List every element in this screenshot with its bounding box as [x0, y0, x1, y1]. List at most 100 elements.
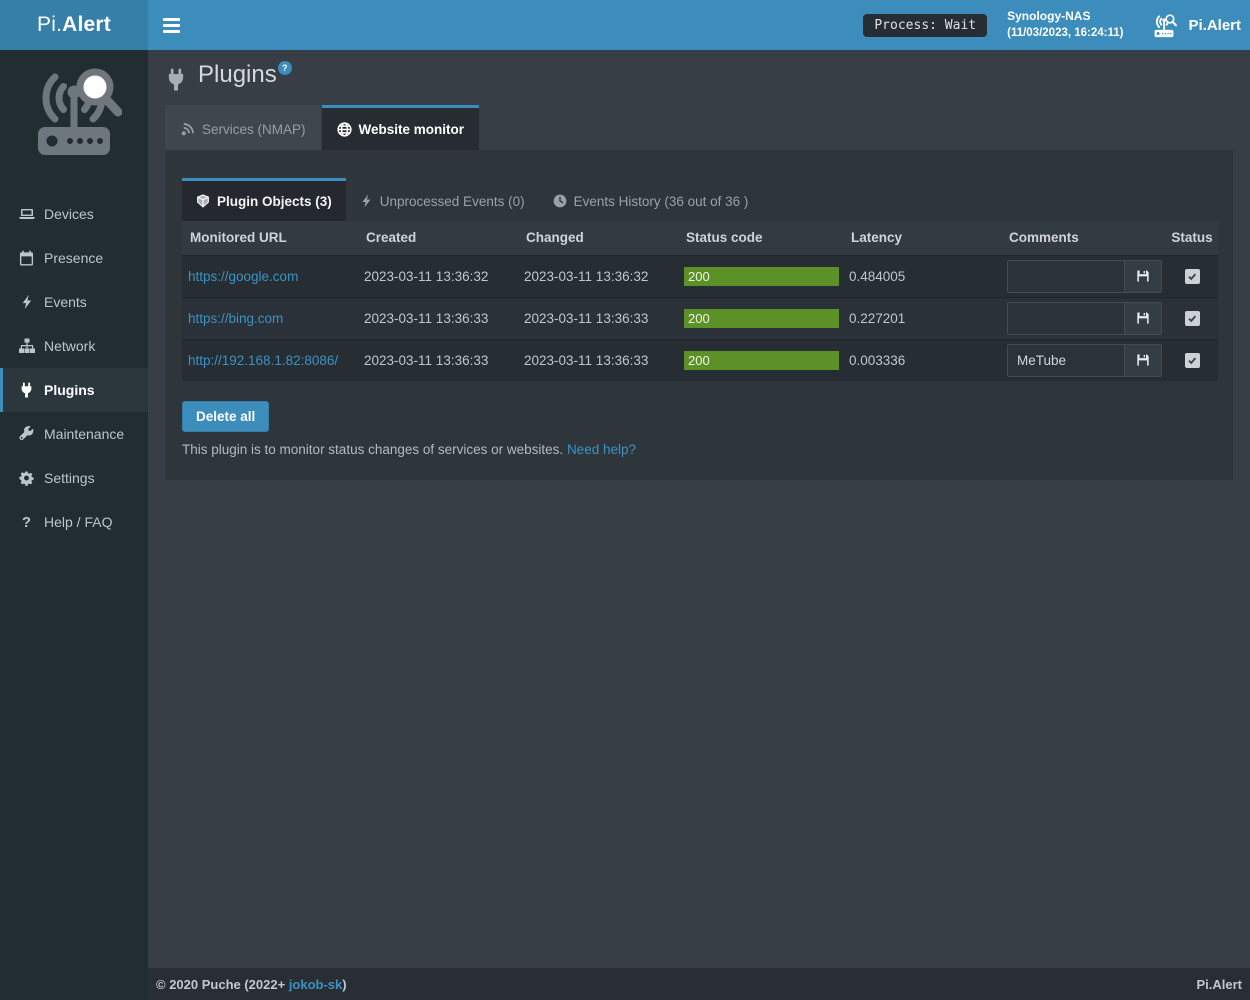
- plugin-tabs: Services (NMAP) Website monitor: [165, 105, 1233, 150]
- status-code-bar: 200: [684, 267, 839, 286]
- table-row: https://bing.com 2023-03-11 13:36:33 202…: [182, 297, 1218, 339]
- top-header: Pi.Alert Process: Wait Synology-NAS (11/…: [0, 0, 1250, 50]
- need-help-link[interactable]: Need help?: [567, 442, 636, 457]
- wrench-icon: [18, 426, 35, 443]
- footer-copyright: © 2020 Puche (2022+ jokob-sk): [156, 977, 347, 992]
- created-cell: 2023-03-11 13:36:32: [358, 255, 518, 297]
- monitored-url-link[interactable]: https://google.com: [188, 269, 298, 284]
- host-timestamp: (11/03/2023, 16:24:11): [1007, 25, 1123, 42]
- tab-services-nmap[interactable]: Services (NMAP): [165, 105, 322, 150]
- sidebar: Devices Presence Events Network Plugins …: [0, 50, 148, 1000]
- sidebar-item-label: Network: [44, 338, 95, 354]
- save-comment-button[interactable]: [1124, 345, 1161, 376]
- router-scan-icon: [1149, 12, 1179, 39]
- save-comment-button[interactable]: [1124, 261, 1161, 292]
- router-scan-logo-icon: [26, 62, 122, 162]
- sidebar-item-help[interactable]: ? Help / FAQ: [0, 500, 148, 544]
- page-header: Plugins?: [148, 50, 1250, 95]
- page-title: Plugins?: [198, 61, 292, 89]
- sidebar-item-label: Settings: [44, 470, 95, 486]
- calendar-icon: [18, 250, 35, 267]
- sidebar-item-events[interactable]: Events: [0, 280, 148, 324]
- plug-icon: [165, 68, 187, 91]
- tab-website-monitor[interactable]: Website monitor: [322, 105, 480, 150]
- sidebar-item-label: Plugins: [44, 382, 95, 398]
- navbar-right: Process: Wait Synology-NAS (11/03/2023, …: [863, 8, 1250, 42]
- jokob-sk-link[interactable]: jokob-sk: [289, 977, 342, 992]
- question-icon: ?: [18, 514, 35, 531]
- sidebar-item-settings[interactable]: Settings: [0, 456, 148, 500]
- status-checkbox[interactable]: [1185, 353, 1200, 368]
- sidebar-logo: [0, 50, 148, 170]
- status-checkbox[interactable]: [1185, 311, 1200, 326]
- delete-all-button[interactable]: Delete all: [182, 401, 269, 432]
- sidebar-item-label: Maintenance: [44, 426, 124, 442]
- comment-input[interactable]: [1008, 303, 1124, 334]
- col-monitored-url: Monitored URL: [182, 221, 358, 255]
- table-header-row: Monitored URL Created Changed Status cod…: [182, 221, 1218, 255]
- tab-plugin-objects[interactable]: Plugin Objects (3): [182, 178, 346, 221]
- comment-input-group: [1007, 260, 1162, 293]
- latency-cell: 0.227201: [843, 297, 1001, 339]
- col-latency: Latency: [843, 221, 1001, 255]
- sidebar-item-network[interactable]: Network: [0, 324, 148, 368]
- app-name: Pi.Alert: [1188, 17, 1241, 34]
- panel-tabs: Plugin Objects (3) Unprocessed Events (0…: [182, 178, 1216, 221]
- status-code-bar: 200: [684, 351, 839, 370]
- changed-cell: 2023-03-11 13:36:32: [518, 255, 678, 297]
- status-code-bar: 200: [684, 309, 839, 328]
- comment-input[interactable]: [1008, 345, 1124, 376]
- tab-unprocessed-events[interactable]: Unprocessed Events (0): [346, 178, 539, 221]
- col-status-code: Status code: [678, 221, 843, 255]
- tab-label: Unprocessed Events (0): [380, 194, 525, 209]
- status-checkbox[interactable]: [1185, 269, 1200, 284]
- footer-app-name: Pi.Alert: [1196, 977, 1242, 992]
- brand-suffix: Alert: [62, 13, 111, 37]
- latency-cell: 0.484005: [843, 255, 1001, 297]
- help-badge[interactable]: ?: [278, 61, 292, 75]
- nmap-icon: [180, 122, 195, 137]
- menu-icon[interactable]: [148, 0, 194, 50]
- navbar: Process: Wait Synology-NAS (11/03/2023, …: [148, 0, 1250, 50]
- sidebar-item-maintenance[interactable]: Maintenance: [0, 412, 148, 456]
- sidebar-item-devices[interactable]: Devices: [0, 192, 148, 236]
- plugin-description: This plugin is to monitor status changes…: [182, 442, 1216, 457]
- created-cell: 2023-03-11 13:36:33: [358, 297, 518, 339]
- bolt-icon: [360, 194, 373, 208]
- plugin-objects-table: Monitored URL Created Changed Status cod…: [182, 221, 1218, 381]
- footer: © 2020 Puche (2022+ jokob-sk) Pi.Alert: [148, 968, 1250, 1000]
- sidebar-item-label: Presence: [44, 250, 103, 266]
- col-created: Created: [358, 221, 518, 255]
- save-comment-button[interactable]: [1124, 303, 1161, 334]
- col-comments: Comments: [1001, 221, 1166, 255]
- plug-icon: [18, 382, 35, 399]
- sitemap-icon: [18, 338, 35, 355]
- sidebar-item-label: Devices: [44, 206, 94, 222]
- tab-label: Plugin Objects (3): [217, 194, 332, 209]
- comment-input-group: [1007, 344, 1162, 377]
- changed-cell: 2023-03-11 13:36:33: [518, 297, 678, 339]
- tab-label: Events History (36 out of 36 ): [574, 194, 749, 209]
- col-changed: Changed: [518, 221, 678, 255]
- app-identity: Pi.Alert: [1149, 12, 1241, 39]
- brand-prefix: Pi.: [37, 13, 62, 37]
- sidebar-item-presence[interactable]: Presence: [0, 236, 148, 280]
- tab-label: Website monitor: [359, 122, 465, 137]
- host-info: Synology-NAS (11/03/2023, 16:24:11): [1007, 8, 1123, 42]
- sidebar-item-plugins[interactable]: Plugins: [0, 368, 148, 412]
- gear-icon: [18, 470, 35, 487]
- monitored-url-link[interactable]: https://bing.com: [188, 311, 283, 326]
- table-row: https://google.com 2023-03-11 13:36:32 2…: [182, 255, 1218, 297]
- cube-icon: [196, 194, 210, 208]
- sidebar-menu: Devices Presence Events Network Plugins …: [0, 192, 148, 544]
- col-status: Status: [1166, 221, 1218, 255]
- monitored-url-link[interactable]: http://192.168.1.82:8086/: [188, 353, 338, 368]
- host-name: Synology-NAS: [1007, 8, 1123, 25]
- latency-cell: 0.003336: [843, 339, 1001, 381]
- brand-logo[interactable]: Pi.Alert: [0, 0, 148, 50]
- sidebar-item-label: Events: [44, 294, 87, 310]
- comment-input[interactable]: [1008, 261, 1124, 292]
- table-row: http://192.168.1.82:8086/ 2023-03-11 13:…: [182, 339, 1218, 381]
- tab-events-history[interactable]: Events History (36 out of 36 ): [539, 178, 763, 221]
- process-status-badge: Process: Wait: [863, 14, 987, 37]
